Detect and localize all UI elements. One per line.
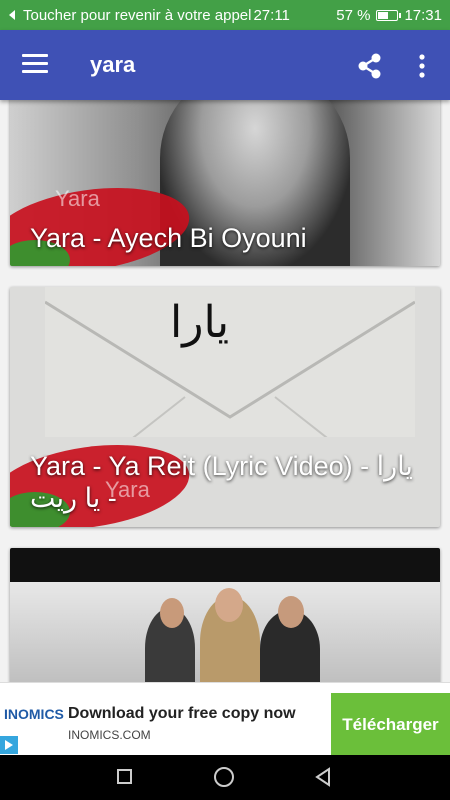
video-feed[interactable]: Yara Yara - Ayech Bi Oyouni يارا Yara Ya… <box>0 100 450 682</box>
home-circle-icon[interactable] <box>214 767 234 787</box>
system-nav-bar <box>0 755 450 800</box>
video-title[interactable]: Yara - Ya Reit (Lyric Video) - يارا - يا… <box>30 450 420 514</box>
ad-headline[interactable]: Download your free copy now <box>68 705 296 723</box>
envelope-graphic <box>45 287 415 437</box>
thumbnail-person <box>215 588 243 622</box>
more-vert-icon[interactable] <box>412 52 432 80</box>
ad-download-button[interactable]: Télécharger <box>331 693 450 756</box>
battery-fill <box>378 11 389 19</box>
ad-advertiser-logo[interactable]: INOMICS <box>4 706 64 722</box>
battery-percent: 57 % <box>336 6 371 24</box>
battery-icon <box>376 9 402 21</box>
share-icon[interactable] <box>356 52 384 80</box>
status-right: 57 % 17:31 <box>336 0 442 30</box>
recents-square-icon[interactable] <box>117 769 132 784</box>
thumbnail-person <box>278 596 304 628</box>
clock: 17:31 <box>404 6 442 24</box>
adchoices-icon[interactable] <box>0 736 18 754</box>
hamburger-menu-icon[interactable] <box>22 54 48 74</box>
app-bar: yara <box>0 30 450 100</box>
ad-domain: INOMICS.COM <box>68 728 151 742</box>
ad-banner[interactable]: INOMICS Download your free copy now INOM… <box>0 682 450 756</box>
call-timer: 27:11 <box>253 6 290 24</box>
video-title[interactable]: Yara - Ayech Bi Oyouni <box>30 222 307 254</box>
app-title: yara <box>90 52 136 77</box>
video-card[interactable]: يارا Yara Yara - Ya Reit (Lyric Video) -… <box>10 287 440 527</box>
return-to-call-text[interactable]: Toucher pour revenir à votre appel <box>23 7 251 24</box>
arabic-logo: يارا <box>170 297 230 348</box>
video-card[interactable] <box>10 548 440 682</box>
status-bar[interactable]: Toucher pour revenir à votre appel 27:11… <box>0 0 450 30</box>
thumbnail-person <box>160 598 184 628</box>
back-triangle-icon[interactable] <box>314 767 334 787</box>
video-card[interactable]: Yara Yara - Ayech Bi Oyouni <box>10 100 440 266</box>
thumbnail-watermark: Yara <box>55 186 100 211</box>
return-to-call-icon <box>9 10 15 20</box>
